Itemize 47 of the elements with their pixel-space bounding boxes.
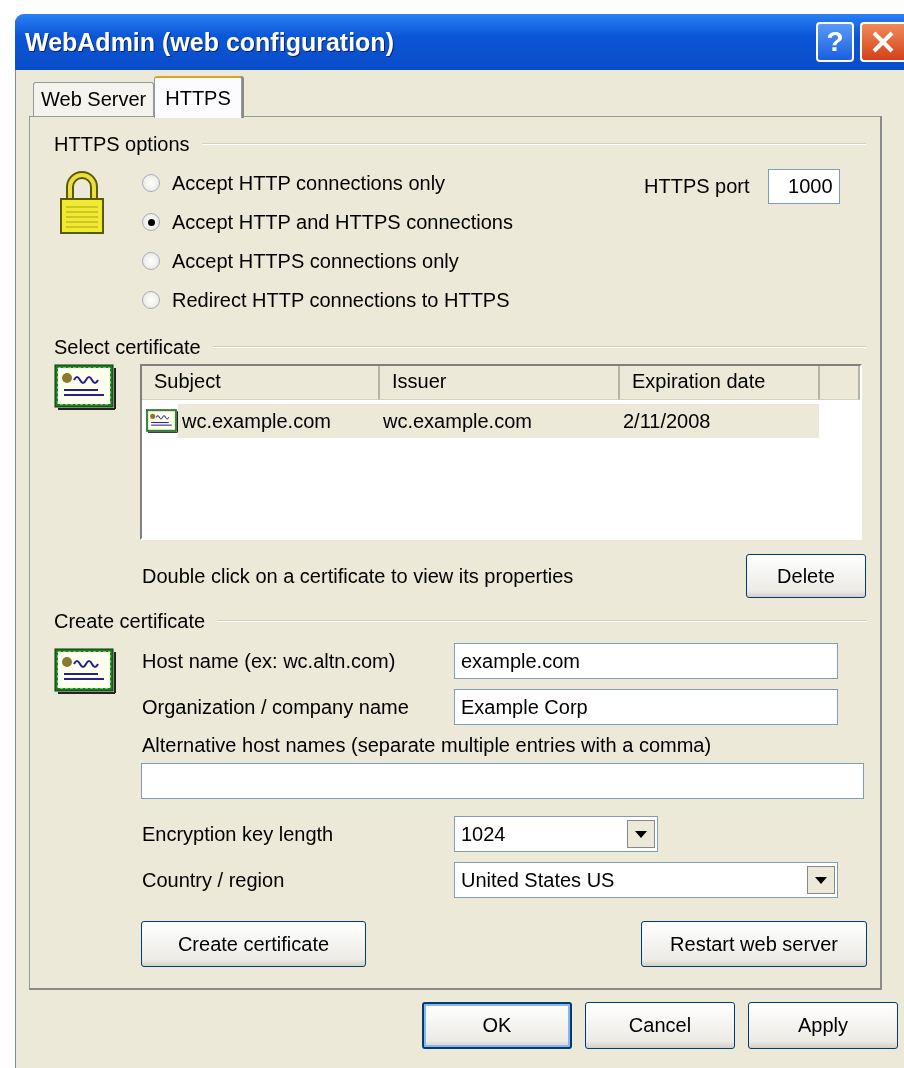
- group-title: Create certificate: [54, 609, 206, 633]
- certificate-row[interactable]: wc.example.com wc.example.com 2/11/2008: [178, 404, 819, 438]
- column-header[interactable]: Expiration date: [620, 366, 820, 400]
- field-label: Country / region: [142, 868, 285, 892]
- radio-option[interactable]: Redirect HTTP connections to HTTPS: [142, 286, 652, 314]
- window-title: WebAdmin (web configuration): [25, 27, 395, 57]
- close-button[interactable]: [860, 22, 904, 62]
- table-cell-text: wc.example.com: [181, 409, 332, 434]
- tab[interactable]: HTTPS: [154, 76, 242, 118]
- restart-server-button[interactable]: Restart web server: [641, 921, 867, 967]
- close-icon: [871, 30, 895, 54]
- column-header[interactable]: Subject: [142, 366, 380, 400]
- organization-field[interactable]: Example Corp: [454, 689, 838, 725]
- port-field[interactable]: 1000: [767, 169, 840, 204]
- group-title: Select certificate: [54, 335, 201, 359]
- radio-button[interactable]: [142, 252, 160, 270]
- certificate-list[interactable]: Subject Issuer Expiration date wc.example.com wc.example.com 2/11/2008: [140, 364, 862, 540]
- alternative-names-field[interactable]: [141, 763, 864, 799]
- radio-button[interactable]: [142, 174, 160, 192]
- radio-option[interactable]: Accept HTTPS connections only: [142, 247, 652, 275]
- certificate-icon: [146, 409, 178, 433]
- country-dropdown[interactable]: United States US: [454, 862, 838, 898]
- help-button[interactable]: ?: [816, 22, 854, 62]
- certificate-icon: [54, 648, 116, 694]
- dialog-button[interactable]: Cancel: [585, 1002, 735, 1049]
- hint-text: Double click on a certificate to view its properties: [142, 564, 574, 588]
- delete-button[interactable]: Delete: [746, 554, 866, 598]
- dialog-button[interactable]: OK: [422, 1002, 572, 1049]
- radio-option[interactable]: Accept HTTP and HTTPS connections: [142, 208, 652, 236]
- host-name-field[interactable]: example.com: [454, 643, 838, 679]
- group-title: HTTPS options: [54, 132, 190, 156]
- table-cell-text: wc.example.com: [382, 409, 533, 434]
- create-certificate-button[interactable]: Create certificate: [141, 921, 366, 967]
- field-label: Alternative host names (separate multiple entries with a comma): [142, 734, 712, 756]
- tab[interactable]: Web Server: [33, 82, 155, 116]
- field-label: Encryption key length: [142, 822, 334, 846]
- key-length-dropdown[interactable]: 1024: [454, 816, 658, 852]
- dialog-button[interactable]: Apply: [748, 1002, 898, 1049]
- field-label: HTTPS port: [644, 175, 750, 198]
- column-header[interactable]: Issuer: [380, 366, 620, 400]
- padlock-icon: [58, 171, 106, 235]
- radio-button[interactable]: [142, 213, 160, 231]
- field-label: Organization / company name: [142, 695, 409, 719]
- field-label: Host name (ex: wc.altn.com): [142, 649, 396, 673]
- certificate-icon: [54, 364, 116, 410]
- table-cell-text: 2/11/2008: [622, 409, 712, 434]
- radio-button[interactable]: [142, 291, 160, 309]
